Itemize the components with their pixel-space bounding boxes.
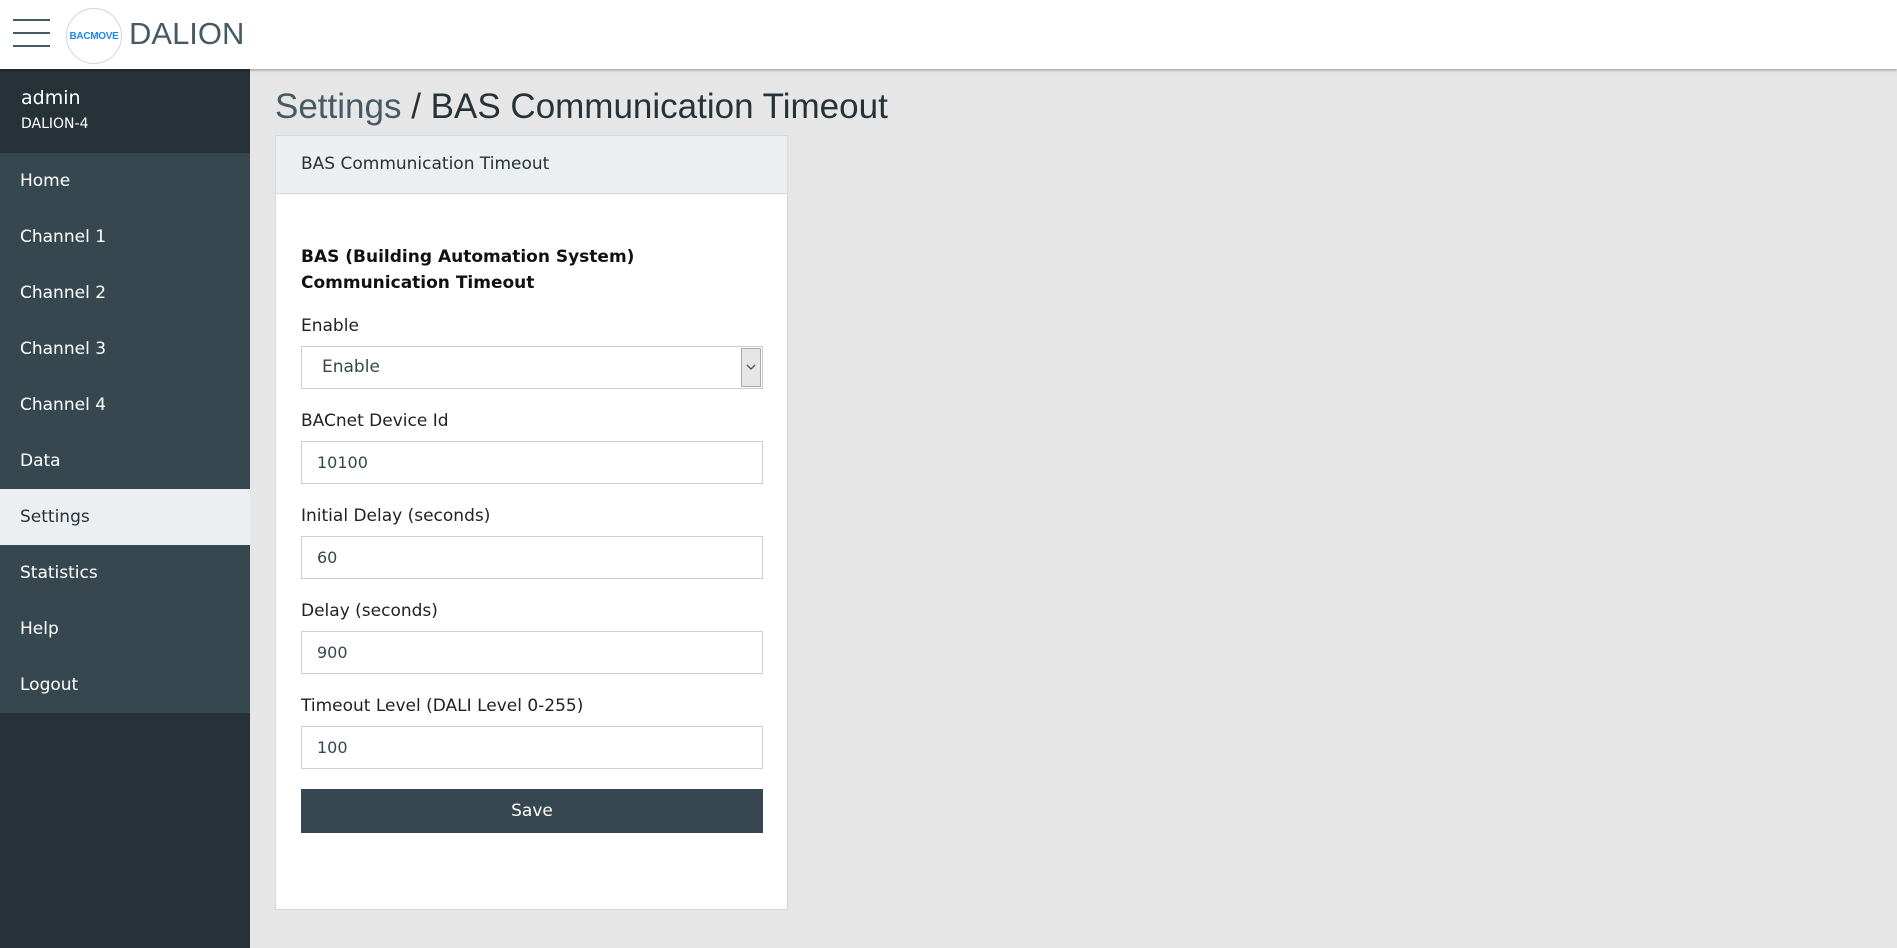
- enable-label: Enable: [301, 316, 359, 336]
- save-button[interactable]: Save: [301, 789, 763, 833]
- sidebar-item-channel-1[interactable]: Channel 1: [0, 209, 250, 265]
- timeout-level-input[interactable]: [301, 726, 763, 769]
- initial-delay-input[interactable]: [301, 536, 763, 579]
- enable-select[interactable]: Enable: [301, 346, 763, 389]
- sidebar-item-channel-3[interactable]: Channel 3: [0, 321, 250, 377]
- sidebar: admin DALION-4 Home Channel 1 Channel 2 …: [0, 69, 250, 948]
- page-title-current: BAS Communication Timeout: [430, 87, 888, 126]
- section-title: BAS (Building Automation System) Communi…: [301, 247, 635, 293]
- sidebar-item-help[interactable]: Help: [0, 601, 250, 657]
- card-header: BAS Communication Timeout: [276, 136, 787, 194]
- sidebar-item-statistics[interactable]: Statistics: [0, 545, 250, 601]
- hamburger-menu-icon[interactable]: [13, 19, 50, 47]
- user-name: admin: [21, 87, 81, 109]
- device-name: DALION-4: [21, 116, 89, 132]
- timeout-level-label: Timeout Level (DALI Level 0-255): [301, 696, 584, 716]
- logo-text: BACMOVE: [69, 30, 119, 42]
- device-id-label: BACnet Device Id: [301, 411, 449, 431]
- sidebar-nav: Home Channel 1 Channel 2 Channel 3 Chann…: [0, 153, 250, 713]
- sidebar-item-home[interactable]: Home: [0, 153, 250, 209]
- enable-select-value: Enable: [322, 357, 380, 377]
- sidebar-item-channel-4[interactable]: Channel 4: [0, 377, 250, 433]
- delay-input[interactable]: [301, 631, 763, 674]
- settings-card: BAS Communication Timeout BAS (Building …: [275, 135, 788, 910]
- breadcrumb-settings[interactable]: Settings: [275, 87, 401, 126]
- logo: BACMOVE: [66, 8, 122, 64]
- page-title: Settings / BAS Communication Timeout: [275, 87, 888, 127]
- initial-delay-label: Initial Delay (seconds): [301, 506, 491, 526]
- device-id-input[interactable]: [301, 441, 763, 484]
- delay-label: Delay (seconds): [301, 601, 438, 621]
- top-bar: BACMOVE DALION: [0, 0, 1897, 69]
- sidebar-item-logout[interactable]: Logout: [0, 657, 250, 713]
- user-box: admin DALION-4: [0, 69, 250, 153]
- sidebar-item-data[interactable]: Data: [0, 433, 250, 489]
- breadcrumb-separator: /: [401, 87, 431, 126]
- sidebar-item-channel-2[interactable]: Channel 2: [0, 265, 250, 321]
- card-body: BAS (Building Automation System) Communi…: [276, 244, 787, 833]
- brand-title: DALION: [129, 16, 245, 51]
- sidebar-item-settings[interactable]: Settings: [0, 489, 250, 545]
- chevron-down-icon[interactable]: [741, 348, 761, 387]
